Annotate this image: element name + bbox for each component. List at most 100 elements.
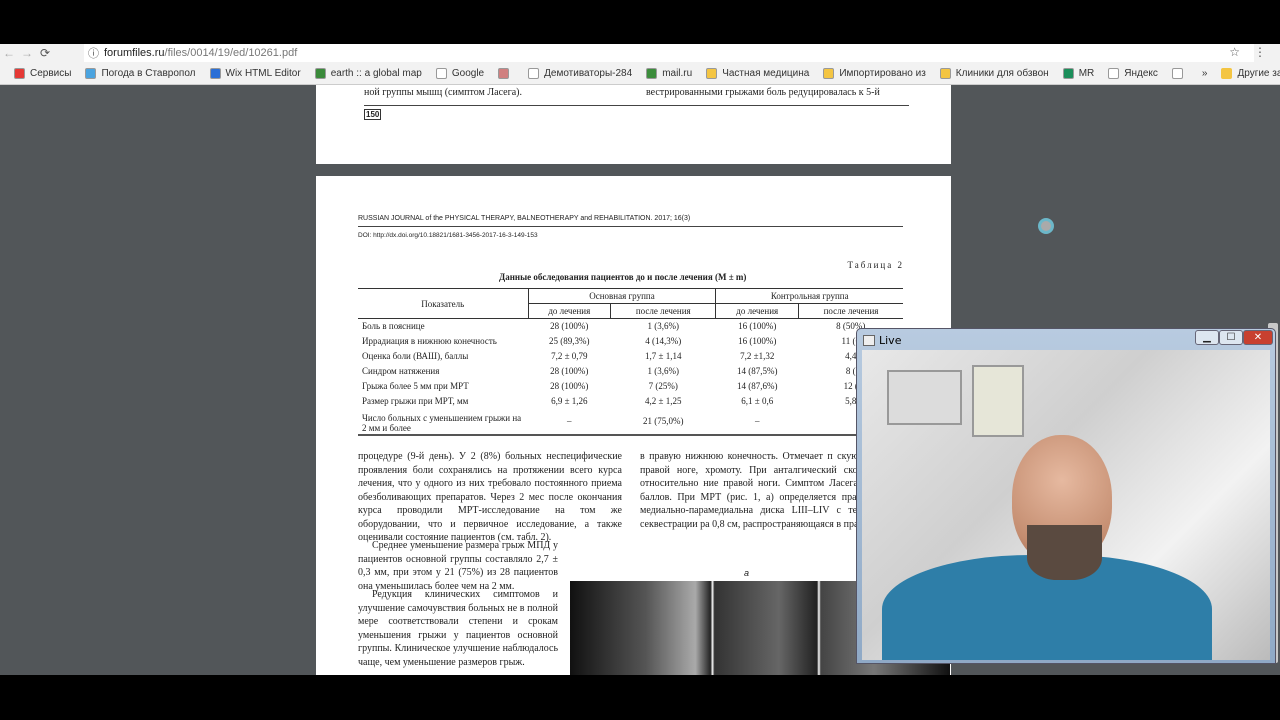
data-table: Показатель Основная группа Контрольная гру… xyxy=(358,288,903,436)
table-cell: 4,2 ± 1,25 xyxy=(645,396,682,406)
bookmark-item[interactable]: Яндекс xyxy=(1108,67,1158,79)
bookmark-item[interactable]: Частная медицина xyxy=(706,67,810,79)
bookmark-item[interactable] xyxy=(1171,67,1188,79)
table-row: Синдром натяжения 28 (100%) 1 (3,6%) 14 (87… xyxy=(358,364,903,379)
table-row: Число больных с уменьшением грыжи на 2 м… xyxy=(358,409,903,435)
arrow-right-icon[interactable]: → xyxy=(18,46,36,60)
table-cell: 7 (25%) xyxy=(648,381,678,391)
bookmark-label: Клиники для обзвон xyxy=(955,67,1049,79)
url-host: forumfiles.ru xyxy=(104,47,165,59)
table-cell: 28 (100%) xyxy=(550,366,589,376)
page-icon xyxy=(435,67,447,79)
table-row: Грыжа более 5 мм при МРТ 28 (100%) 7 (25%)… xyxy=(358,379,903,394)
bookmark-item[interactable]: Google xyxy=(435,67,485,79)
avatar-icon xyxy=(498,67,510,79)
column-header: Показатель xyxy=(421,298,465,309)
bookmark-label: Сервисы xyxy=(30,67,72,79)
figure-label: а xyxy=(744,568,750,578)
table-cell: Число больных с уменьшением грыжи на 2 м… xyxy=(362,412,522,433)
url-field[interactable]: ⓘ forumfiles.ru/files/0014/19/ed/10261.p… xyxy=(84,44,1254,62)
bookmark-item[interactable]: MR xyxy=(1062,67,1094,79)
table-row: Иррадиация в нижнюю конечность 25 (89,3%)… xyxy=(358,334,903,349)
star-icon[interactable]: ☆ xyxy=(1229,45,1240,59)
other-bookmarks-folder[interactable]: Другие закладки xyxy=(1221,67,1280,79)
bookmark-item[interactable] xyxy=(498,67,514,79)
bookmark-label: mail.ru xyxy=(662,67,693,79)
bookmark-label: Демотиваторы-284 xyxy=(544,67,633,79)
body-text: процедуре (9-й день). У 2 (8%) больных н… xyxy=(358,451,622,543)
table-cell: Синдром натяжения xyxy=(362,366,440,376)
table-cell: Грыжа более 5 мм при МРТ xyxy=(362,381,469,391)
webcam-video xyxy=(862,350,1270,660)
bookmark-item[interactable]: Демотиваторы-284 xyxy=(528,67,633,79)
bookmark-label: Яндекс xyxy=(1124,67,1158,79)
bookmark-label: Другие закладки xyxy=(1237,67,1280,79)
table-cell: 14 (87,5%) xyxy=(736,366,778,376)
bookmark-label: Wix HTML Editor xyxy=(225,67,301,79)
table-cell: Оценка боли (ВАШ), баллы xyxy=(362,351,469,361)
bookmark-label: Погода в Ставропол xyxy=(101,67,196,79)
bookmarks-bar: Сервисы Погода в Ставропол Wix HTML Editor… xyxy=(0,62,1280,85)
reload-icon[interactable]: ⟳ xyxy=(36,46,54,60)
table-cell: – xyxy=(754,416,760,426)
table-cell: 7,2 ± 0,79 xyxy=(551,351,588,361)
earth-icon xyxy=(314,67,326,79)
table-cell: Иррадиация в нижнюю конечность xyxy=(362,336,497,346)
bookmark-label: Импортировано из xyxy=(839,67,926,79)
page-icon xyxy=(1171,67,1183,79)
body-text: Редукция клинических симптомов и улучшен… xyxy=(358,589,558,668)
table-title: Данные обследования пациентов до и после… xyxy=(499,272,747,282)
url-path: /files/0014/19/ed/10261.pdf xyxy=(164,47,298,59)
table-cell: 1 (3,6%) xyxy=(647,366,680,376)
app-icon xyxy=(863,335,875,346)
info-icon[interactable]: ⓘ xyxy=(88,45,99,61)
bookmark-item[interactable]: mail.ru xyxy=(646,67,693,79)
table-cell: 6,1 ± 0,6 xyxy=(741,396,774,406)
maximize-button[interactable]: ☐ xyxy=(1219,330,1243,345)
person-beard xyxy=(1027,525,1102,580)
window-title: Live xyxy=(879,334,902,347)
bookmark-item[interactable]: Погода в Ставропол xyxy=(85,67,196,79)
bookmark-item[interactable]: Сервисы xyxy=(14,67,72,79)
folder-icon xyxy=(706,67,718,79)
live-window: Live ▁ ☐ ✕ xyxy=(856,328,1276,664)
table-cell: 1,7 ± 1,14 xyxy=(645,351,682,361)
table-label: Таблица 2 xyxy=(847,260,904,270)
bookmark-item[interactable]: Wix HTML Editor xyxy=(209,67,301,79)
journal-header: RUSSIAN JOURNAL of the PHYSICAL THERAPY,… xyxy=(358,215,691,222)
apps-icon xyxy=(14,67,25,79)
table-row: Боль в пояснице 28 (100%) 1 (3,6%) 16 (100%… xyxy=(358,319,903,334)
table-row: Размер грыжи при МРТ, мм 6,9 ± 1,26 4,2 ± … xyxy=(358,394,903,409)
bookmark-label: Google xyxy=(451,67,485,79)
page-text: вестрированными грыжами боль редуцировал… xyxy=(646,87,880,98)
table-cell: 1 (3,6%) xyxy=(647,321,680,332)
table-cell: 14 (87,6%) xyxy=(736,381,778,391)
kebab-menu-icon[interactable]: ⋮ xyxy=(1254,45,1266,59)
more-bookmarks-button[interactable]: » xyxy=(1202,68,1208,79)
table-cell: 6,9 ± 1,26 xyxy=(551,396,588,406)
close-button[interactable]: ✕ xyxy=(1243,330,1273,345)
body-text: Среднее уменьшение размера грыж МПД у па… xyxy=(358,540,558,592)
minimize-button[interactable]: ▁ xyxy=(1195,330,1219,345)
pdf-page-150: ной группы мышц (симптом Ласега). вестри… xyxy=(316,85,951,164)
bookmark-label: earth :: a global map xyxy=(330,67,422,79)
address-bar: ← → ⟳ ⓘ forumfiles.ru/files/0014/19/ed/1… xyxy=(0,44,1280,62)
bookmark-label: Частная медицина xyxy=(722,67,810,79)
bookmark-item[interactable]: Клиники для обзвон xyxy=(939,67,1049,79)
folder-icon xyxy=(939,67,951,79)
folder-icon xyxy=(823,67,835,79)
table-cell: – xyxy=(567,416,572,426)
divider xyxy=(364,105,909,106)
bookmark-item[interactable]: Импортировано из xyxy=(823,67,926,79)
bookmark-item[interactable]: earth :: a global map xyxy=(314,67,422,79)
screen-bottom-bar xyxy=(0,675,1280,720)
table-cell: Боль в пояснице xyxy=(362,321,425,332)
doi-link[interactable]: DOI: http://dx.doi.org/10.18821/1681-345… xyxy=(358,232,538,239)
table-cell: 4 (14,3%) xyxy=(645,336,682,346)
page-number: 150 xyxy=(364,109,382,120)
table-cell: Размер грыжи при МРТ, мм xyxy=(362,396,469,406)
weather-icon xyxy=(85,67,97,79)
column-subheader: после лечения xyxy=(610,303,716,319)
table-cell: 28 (100%) xyxy=(550,321,589,332)
arrow-left-icon[interactable]: ← xyxy=(0,46,18,60)
